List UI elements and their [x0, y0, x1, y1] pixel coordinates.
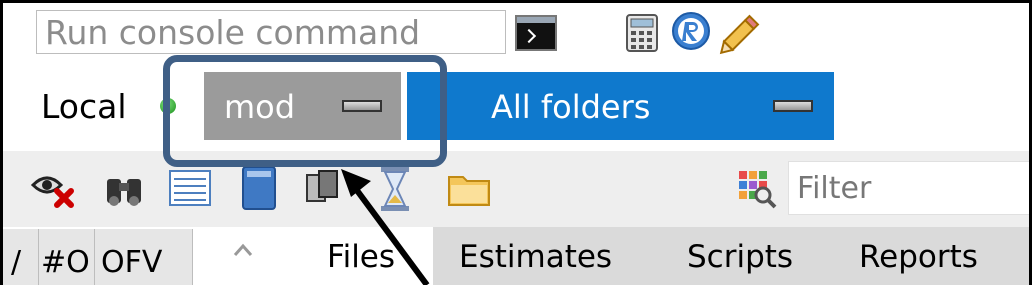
filter-input[interactable] [789, 162, 1029, 214]
list-icon[interactable] [168, 169, 212, 209]
folder-select-value: All folders [491, 88, 651, 126]
app-frame: Local mod All folders [0, 0, 1032, 285]
annotation-arrow-icon [341, 169, 430, 285]
folder-icon[interactable] [447, 169, 491, 209]
annotation-highlight-box [163, 55, 447, 167]
book-icon[interactable] [239, 165, 279, 213]
binoculars-icon[interactable] [103, 169, 145, 209]
console-command-input[interactable] [36, 10, 506, 54]
hide-icon[interactable] [31, 169, 81, 209]
folder-select[interactable]: All folders [407, 72, 834, 140]
filter-field[interactable] [788, 161, 1029, 215]
calculator-icon[interactable] [625, 13, 659, 53]
tab-scripts[interactable]: Scripts [661, 227, 833, 285]
column-header[interactable]: #O [39, 229, 95, 285]
column-header[interactable]: / [3, 229, 39, 285]
column-header[interactable]: OFV [95, 229, 193, 285]
location-label: Local [41, 87, 127, 126]
grid-filter-icon[interactable] [737, 169, 777, 209]
r-icon[interactable] [671, 11, 711, 51]
chevron-up-icon[interactable] [225, 233, 261, 269]
pencil-icon[interactable] [717, 11, 765, 55]
console-icon[interactable] [515, 15, 557, 51]
dropdown-icon[interactable] [773, 100, 813, 112]
tab-estimates[interactable]: Estimates [433, 227, 661, 285]
tab-reports[interactable]: Reports [833, 227, 1029, 285]
